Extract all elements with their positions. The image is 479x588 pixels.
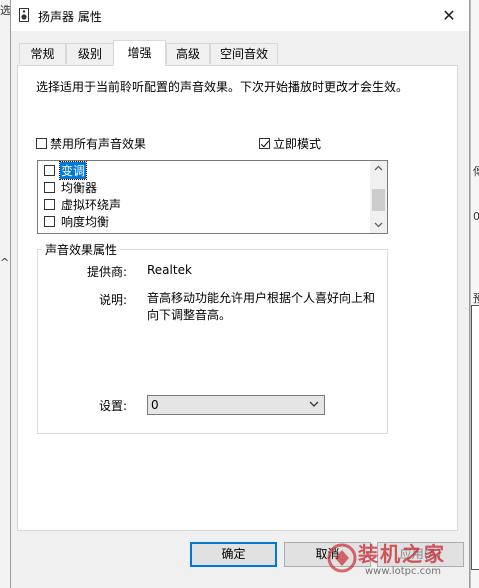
list-item-label: 均衡器 <box>61 180 98 195</box>
settings-value: 0 <box>151 398 159 412</box>
title-bar[interactable]: 扬声器 属性 ✕ <box>11 0 469 31</box>
checkbox-box[interactable] <box>259 138 270 149</box>
immediate-mode-label: 立即模式 <box>273 137 322 151</box>
provider-label: 提供商: <box>87 265 128 279</box>
settings-dropdown[interactable]: 0 <box>147 395 325 415</box>
list-item-label: 响度均衡 <box>61 214 110 229</box>
window-title: 扬声器 属性 <box>38 10 102 24</box>
list-item-loudness-equalization[interactable]: 响度均衡 <box>44 213 110 229</box>
tab-enhancements[interactable]: 增强 <box>113 40 166 66</box>
chevron-down-icon <box>309 401 319 407</box>
effect-properties-title: 声音效果属性 <box>42 241 121 258</box>
checkbox-box[interactable] <box>44 164 55 176</box>
provider-value: Realtek <box>147 263 192 277</box>
checkbox-box[interactable] <box>44 198 55 210</box>
checkbox-box[interactable] <box>44 181 55 193</box>
disable-all-effects-checkbox[interactable]: 禁用所有声音效果 <box>36 135 146 152</box>
close-button[interactable]: ✕ <box>429 0 469 31</box>
background-fragment: ^ <box>0 256 10 269</box>
background-fragment: 預 <box>473 292 479 305</box>
scroll-thumb[interactable] <box>372 189 385 211</box>
immediate-mode-checkbox[interactable]: 立即模式 <box>259 135 321 152</box>
background-panel <box>471 305 479 570</box>
scroll-up-arrow-icon[interactable] <box>370 161 387 176</box>
list-scrollbar[interactable] <box>370 161 387 233</box>
effect-description-value: 音高移动功能允许用户根据个人喜好向上和向下调整音高。 <box>147 291 376 322</box>
background-window-right: 傳 02 預 <box>470 0 479 588</box>
list-item-equalizer[interactable]: 均衡器 <box>44 179 98 195</box>
settings-label: 设置: <box>99 399 128 413</box>
effects-listbox[interactable]: 变调 均衡器 虚拟环绕声 响度均衡 <box>37 160 388 234</box>
disable-all-effects-label: 禁用所有声音效果 <box>50 137 147 151</box>
watermark-url: www.lotpc.com <box>365 566 441 577</box>
speaker-properties-dialog: 扬声器 属性 ✕ 常规 级别 增强 高级 空间音效 选择适用于当前聆听配置的声音… <box>10 0 470 588</box>
list-item-pitch-shift[interactable]: 变调 <box>44 160 88 180</box>
tab-advanced[interactable]: 高级 <box>166 43 210 64</box>
speaker-icon <box>19 8 29 22</box>
background-fragment: 傳 <box>473 165 479 178</box>
tab-levels[interactable]: 级别 <box>66 43 114 64</box>
checkbox-box[interactable] <box>44 215 55 227</box>
watermark-text: 装机之家 <box>358 542 446 566</box>
list-item-label: 变调 <box>58 160 88 180</box>
list-item-label: 虚拟环绕声 <box>61 197 122 212</box>
background-fragment: 02 <box>473 210 479 223</box>
list-item-virtual-surround[interactable]: 虚拟环绕声 <box>44 196 122 212</box>
effect-description-label: 说明: <box>99 293 128 307</box>
tab-general[interactable]: 常规 <box>19 43 66 64</box>
tab-spatial-sound[interactable]: 空间音效 <box>210 43 278 64</box>
scroll-down-arrow-icon[interactable] <box>370 218 387 233</box>
checkbox-box[interactable] <box>36 138 47 149</box>
ok-button[interactable]: 确定 <box>190 542 277 567</box>
enhancements-description: 选择适用于当前聆听配置的声音效果。下次开始播放时更改才会生效。 <box>36 80 409 94</box>
